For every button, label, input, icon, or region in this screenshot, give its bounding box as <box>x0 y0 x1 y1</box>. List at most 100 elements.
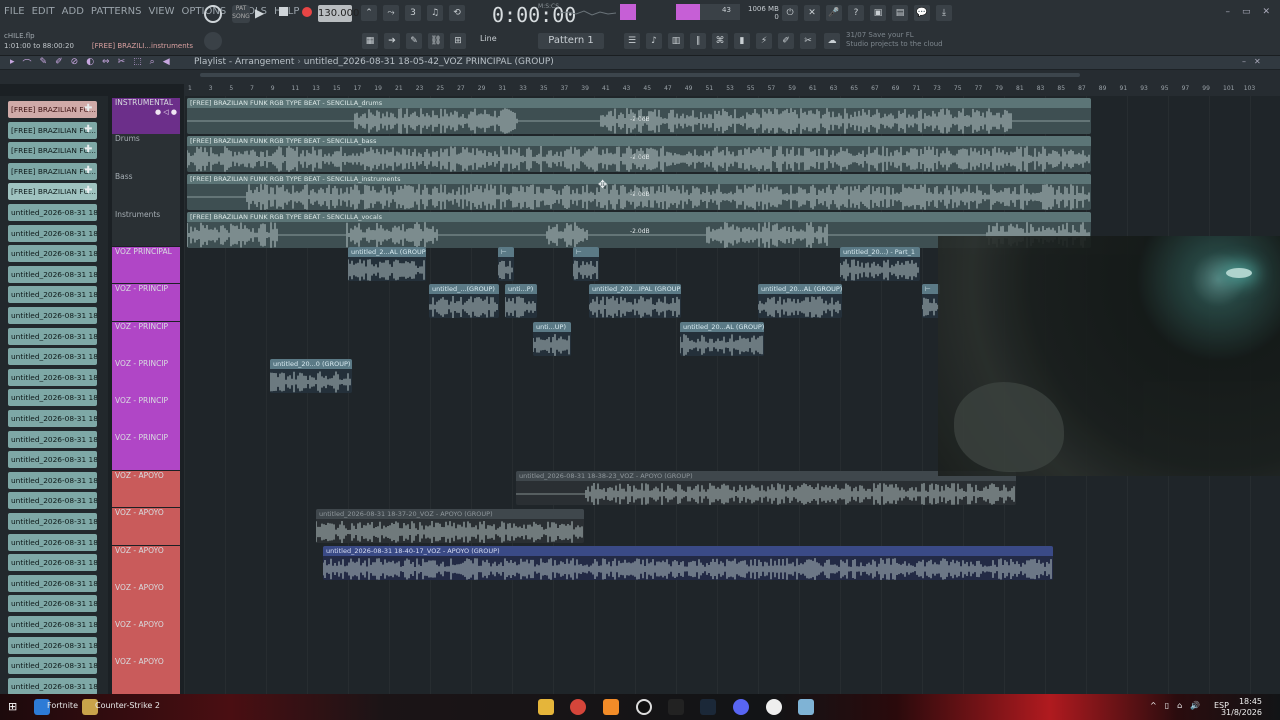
wait-input-icon[interactable]: ⤳ <box>383 5 399 21</box>
file-explorer-icon[interactable] <box>538 699 554 715</box>
picker-item[interactable]: untitled_2026-08-31 18-... <box>8 595 97 613</box>
audio-clip-voz[interactable]: unti...UP) <box>533 322 571 356</box>
save-icon[interactable]: ▣ <box>870 5 886 21</box>
picker-item[interactable]: untitled_2026-08-31 18-... <box>8 430 97 448</box>
help-icon[interactable]: ? <box>848 5 864 21</box>
snap-selector[interactable]: Line <box>480 34 497 43</box>
tray-network-icon[interactable]: ⌂ <box>1177 701 1182 710</box>
add-icon[interactable]: ✚ <box>84 144 92 155</box>
picker-item[interactable]: untitled_2026-08-31 18-... <box>8 513 97 530</box>
menu-file[interactable]: FILE <box>4 6 25 17</box>
track-voz-principal-3[interactable]: VOZ - PRINCIP <box>112 359 180 396</box>
microphone-icon[interactable]: 🎤 <box>826 5 842 21</box>
pat-song-toggle[interactable]: PAT SONG <box>232 5 250 23</box>
taskbar-fortnite[interactable]: Fortnite <box>47 701 78 710</box>
playlist-menu-icon[interactable]: ▸ <box>10 57 15 70</box>
picker-item[interactable]: untitled_2026-08-31 18-... <box>8 677 97 695</box>
track-voz-apoyo-5[interactable]: VOZ - APOYO <box>112 657 180 694</box>
track-voz-apoyo[interactable]: VOZ - APOYO <box>112 471 180 507</box>
mixer-icon[interactable]: ✕ <box>804 5 820 21</box>
stop-icon[interactable] <box>279 7 288 16</box>
tempo-display[interactable]: 130.000 <box>318 5 359 22</box>
master-pitch-knob[interactable] <box>204 32 222 50</box>
draw-icon[interactable]: ✎ <box>40 57 48 70</box>
cloud-icon[interactable]: ☁ <box>824 33 840 49</box>
picker-item[interactable]: untitled_2026-08-31 18-... <box>8 410 97 427</box>
track-voz-principal-1[interactable]: VOZ - PRINCIP <box>112 284 180 321</box>
picker-item[interactable]: untitled_2026-08-31 18-... <box>8 368 97 386</box>
chat-icon[interactable]: 💬 <box>914 5 930 21</box>
track-bass[interactable]: Bass <box>112 172 180 210</box>
browser-icon[interactable]: ▥ <box>668 33 684 49</box>
picker-item[interactable]: untitled_2026-08-31 18-... <box>8 224 97 242</box>
picker-item[interactable]: untitled_2026-08-31 18-... <box>8 348 97 366</box>
taskbar-clock[interactable]: 18:45 31/8/2026 <box>1221 696 1262 718</box>
track-voz-principal-4[interactable]: VOZ - PRINCIP <box>112 396 180 433</box>
audio-clip-apoyo-selected[interactable]: untitled_2026-08-31 18-40-17_VOZ - APOYO… <box>323 546 1053 580</box>
mute-icon[interactable]: ◐ <box>86 57 94 70</box>
arrow-icon[interactable]: ➔ <box>384 33 400 49</box>
cpu-panic-icon[interactable]: ⏻ <box>782 5 798 21</box>
picker-item[interactable]: untitled_2026-08-31 18-... <box>8 616 97 633</box>
track-voz-apoyo-2[interactable]: VOZ - APOYO <box>112 546 180 583</box>
discord-icon[interactable] <box>733 699 749 715</box>
picker-item[interactable]: untitled_2026-08-31 18-... <box>8 636 97 654</box>
tray-chevron-icon[interactable]: ^ <box>1150 701 1157 710</box>
picker-item[interactable]: untitled_2026-08-31 18-... <box>8 389 97 407</box>
picker-item[interactable]: untitled_2026-08-31 18-... <box>8 554 97 572</box>
tuner-icon[interactable]: ✂ <box>800 33 816 49</box>
add-icon[interactable]: ✚ <box>84 124 92 135</box>
epic-games-icon[interactable] <box>668 699 684 715</box>
audio-clip-voz[interactable]: untitled_20...0 (GROUP) <box>270 359 352 393</box>
delete-icon[interactable]: ⊘ <box>71 57 79 70</box>
picker-item[interactable]: untitled_2026-08-31 18-... <box>8 657 97 675</box>
stock-icon[interactable]: ▮ <box>734 33 750 49</box>
picker-item[interactable]: untitled_2026-08-31 18-... <box>8 327 97 345</box>
track-voz-apoyo-4[interactable]: VOZ - APOYO <box>112 620 180 657</box>
track-drums[interactable]: Drums <box>112 134 180 172</box>
channel-rack-icon[interactable]: ☰ <box>624 33 640 49</box>
picker-item[interactable]: untitled_2026-08-31 18-... <box>8 204 97 221</box>
slip-icon[interactable]: ⇔ <box>102 57 110 70</box>
notepad-icon[interactable] <box>798 699 814 715</box>
overview-strip[interactable] <box>0 70 1280 84</box>
paint-icon[interactable]: ✐ <box>55 57 63 70</box>
add-icon[interactable]: ✚ <box>84 185 92 196</box>
play-icon[interactable]: ▶ <box>255 6 264 20</box>
windows-start-icon[interactable]: ⊞ <box>8 700 17 713</box>
blend-notes-icon[interactable]: ♫ <box>427 5 443 21</box>
picker-item[interactable]: untitled_2026-08-31 18-... <box>8 574 97 592</box>
record-icon[interactable] <box>302 7 312 17</box>
menu-patterns[interactable]: PATTERNS <box>91 6 142 17</box>
audio-clip-voz[interactable]: ⊢ <box>573 247 599 281</box>
maximize-icon[interactable]: ▭ <box>1242 7 1251 17</box>
add-icon[interactable]: ✚ <box>84 165 92 176</box>
track-voz-principal[interactable]: VOZ PRINCIPAL <box>112 247 180 283</box>
picker-item[interactable]: untitled_2026-08-31 18-... <box>8 471 97 489</box>
playback-icon[interactable]: ◀ <box>163 57 170 70</box>
picker-item[interactable]: untitled_2026-08-31 18-... <box>8 245 97 263</box>
playlist-icon[interactable]: ▦ <box>362 33 378 49</box>
track-voz-principal-2[interactable]: VOZ - PRINCIP <box>112 322 180 359</box>
link-icon[interactable]: ⛓ <box>428 33 444 49</box>
picker-item[interactable]: untitled_2026-08-31 18-... <box>8 307 97 324</box>
menu-edit[interactable]: EDIT <box>32 6 55 17</box>
piano-roll-icon[interactable]: ♪ <box>646 33 662 49</box>
select-icon[interactable]: ⬚ <box>133 57 142 70</box>
timeline-ruler[interactable]: 1 3 5 7 9 11 13 15 17 19 21 23 25 27 29 31 33 35 37 39 41 43 4… <box>184 84 1280 96</box>
picker-item[interactable]: untitled_2026-08-31 18-... <box>8 286 97 304</box>
track-instruments[interactable]: Instruments <box>112 210 180 246</box>
countdown-icon[interactable]: 3 <box>405 5 421 21</box>
picker-item[interactable]: untitled_2026-08-31 18-... <box>8 492 97 510</box>
audio-clip-voz[interactable]: unti...P) <box>505 284 537 318</box>
tray-volume-icon[interactable]: 🔊 <box>1190 701 1200 710</box>
download-icon[interactable]: ⤓ <box>936 5 952 21</box>
playlist-close-icon[interactable]: ✕ <box>1254 57 1261 66</box>
news-panel[interactable]: 31/07 Save your FL Studio projects to the… <box>846 31 943 49</box>
minimize-icon[interactable]: – <box>1225 7 1230 17</box>
audio-clip-voz[interactable]: untitled_...(GROUP) <box>429 284 499 318</box>
audio-clip-voz[interactable]: untitled_20...AL (GROUP) <box>758 284 842 318</box>
track-voz-principal-5[interactable]: VOZ - PRINCIP <box>112 433 180 470</box>
horizontal-scrollbar[interactable] <box>200 73 1080 77</box>
loop-record-icon[interactable]: ⟲ <box>449 5 465 21</box>
